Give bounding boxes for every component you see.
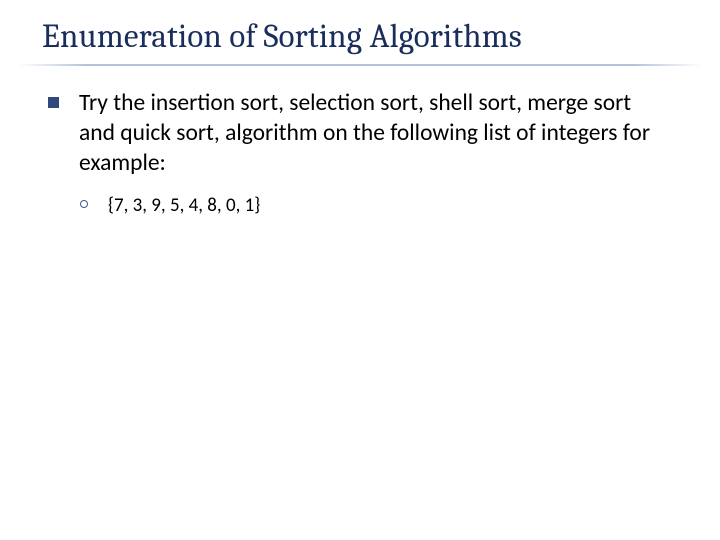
bullet-item: Try the insertion sort, selection sort, … [48,88,672,178]
sub-bullet-text: {7, 3, 9, 5, 4, 8, 0, 1} [108,194,260,219]
sub-bullet-item: {7, 3, 9, 5, 4, 8, 0, 1} [80,194,672,219]
slide-content: Try the insertion sort, selection sort, … [0,66,720,219]
circle-bullet-icon [80,200,88,208]
slide-title: Enumeration of Sorting Algorithms [0,0,720,56]
square-bullet-icon [48,97,59,108]
bullet-text: Try the insertion sort, selection sort, … [79,88,672,178]
